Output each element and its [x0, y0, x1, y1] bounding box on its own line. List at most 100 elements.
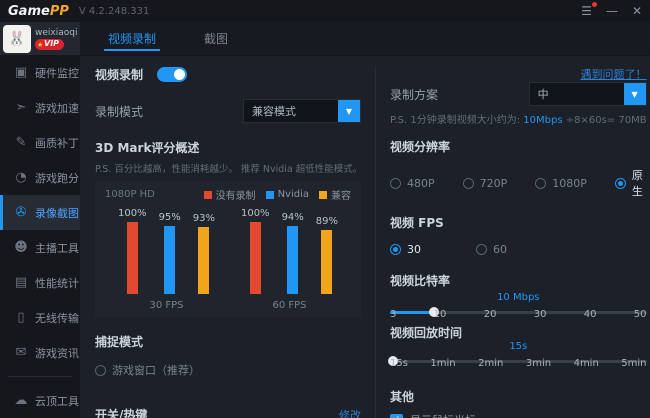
hotkey-modify-link[interactable]: 修改	[339, 407, 361, 418]
chart-group-60 FPS: 100% 94% 89% 60 FPS	[241, 208, 338, 311]
resolution-title: 视频分辨率	[390, 140, 451, 154]
phone-icon: ▯	[17, 310, 25, 326]
record-toggle[interactable]	[157, 67, 188, 82]
window-controls: ☰ — ✕	[581, 2, 642, 17]
bar-wrap: 100%	[241, 208, 270, 294]
slider-tick: 1min	[430, 358, 456, 369]
minimize-icon[interactable]: —	[606, 5, 618, 17]
slider-tick: 2min	[478, 358, 504, 369]
menu-icon[interactable]: ☰	[581, 2, 597, 17]
tab-视频录制[interactable]: 视频录制	[103, 22, 161, 55]
sidebar-item-label: 游戏跑分	[35, 171, 79, 185]
legend-item: 没有录制	[203, 187, 256, 202]
chevron-down-icon[interactable]: ▼	[338, 100, 360, 122]
resolution-option-原生[interactable]: 原生	[614, 167, 647, 199]
main-area: 视频录制 截图 视频录制 录制模式 兼容模式 ▼ 3D Mark评分概述 P.S…	[80, 22, 650, 418]
close-icon[interactable]: ✕	[632, 5, 642, 17]
resolution-option-1080P[interactable]: 1080P	[535, 167, 587, 199]
sidebar-item-label: 云顶工具	[35, 394, 79, 408]
user-panel[interactable]: 🐰 weixiaoqia.. VIP	[0, 22, 80, 56]
hotkey-title: 开关/热键	[95, 408, 148, 418]
legend-label: 兼容	[331, 191, 351, 202]
sidebar-menu: ▣ 硬件监控 ➣ 游戏加速 ✎ 画质补丁 ◔ 游戏跑分 ✇ 录像截图 ☻ 主播工具 ▤ 性能统计 ▯ 无线传输…	[0, 55, 80, 370]
plan-note-bitrate: 10Mbps	[523, 115, 563, 126]
record-mode-select[interactable]: 兼容模式 ▼	[243, 99, 361, 123]
logo-pp: PP	[49, 3, 69, 19]
chart-resolution-label: 1080P HD	[105, 189, 155, 200]
bar-wrap: 95%	[159, 212, 181, 294]
slider-tick: 40	[583, 309, 597, 320]
app-logo: GamePP	[8, 4, 69, 19]
slider-tick: 4min	[573, 358, 599, 369]
slider-tick: 5min	[621, 358, 647, 369]
bar-兼容	[321, 230, 333, 294]
chevron-down-icon[interactable]: ▼	[623, 83, 646, 105]
checkbox-icon[interactable]: ✓	[390, 413, 403, 418]
resolution-option-480P[interactable]: 480P	[390, 167, 435, 199]
resolution-option-720P[interactable]: 720P	[462, 167, 508, 199]
sidebar-item-label: 无线传输	[35, 311, 79, 325]
left-column: 视频录制 录制模式 兼容模式 ▼ 3D Mark评分概述 P.S. 百分比越高，…	[95, 66, 363, 418]
patch-pen-icon: ✎	[15, 135, 27, 151]
radio-icon	[476, 244, 487, 255]
bar-Nvidia	[164, 226, 176, 294]
sidebar-item-无线传输[interactable]: ▯ 无线传输	[0, 300, 80, 335]
fps-option-30[interactable]: 30	[390, 243, 421, 256]
legend-swatch	[203, 190, 212, 199]
titlebar: GamePP V 4.2.248.331 ☰ — ✕	[0, 0, 650, 22]
radio-label: 30	[407, 243, 421, 256]
chart-group-30 FPS: 100% 95% 93% 30 FPS	[118, 208, 215, 311]
sidebar-item-label: 游戏资讯	[35, 346, 79, 360]
sidebar-item-性能统计[interactable]: ▤ 性能统计	[0, 265, 80, 300]
bar-wrap: 93%	[193, 213, 215, 294]
capture-option-game-window[interactable]: 游戏窗口（推荐）	[95, 362, 200, 378]
radio-icon	[95, 364, 106, 376]
bar-Nvidia	[287, 226, 299, 294]
sidebar-item-游戏资讯[interactable]: ✉ 游戏资讯	[0, 335, 80, 370]
logo-game: Game	[8, 3, 50, 19]
bar-cluster: 100% 95% 93%	[118, 208, 215, 294]
rocket-icon: ➣	[15, 100, 27, 116]
mountain-icon: ☁	[14, 393, 28, 408]
sidebar-item-录像截图[interactable]: ✇ 录像截图	[0, 195, 80, 231]
monitor-icon: ▣	[14, 65, 28, 81]
bar-wrap: 94%	[282, 212, 304, 294]
bar-value-label: 89%	[315, 216, 339, 227]
radio-label: 720P	[479, 176, 508, 190]
legend-label: Nvidia	[277, 189, 309, 200]
record-mode-value: 兼容模式	[252, 105, 296, 118]
sidebar-item-游戏加速[interactable]: ➣ 游戏加速	[0, 90, 80, 125]
sidebar-item-主播工具[interactable]: ☻ 主播工具	[0, 230, 80, 265]
username: weixiaoqia..	[35, 27, 77, 38]
vip-badge: VIP	[35, 38, 65, 50]
tab-截图[interactable]: 截图	[204, 22, 228, 55]
sidebar-item-云顶工具[interactable]: ☁ 云顶工具	[0, 383, 80, 418]
help-link[interactable]: 遇到问题了！	[581, 66, 647, 82]
version-label: V 4.2.248.331	[78, 5, 150, 17]
sidebar-item-画质补丁[interactable]: ✎ 画质补丁	[0, 125, 80, 160]
sidebar: 🐰 weixiaoqia.. VIP ▣ 硬件监控 ➣ 游戏加速 ✎ 画质补丁 ◔ 游戏跑分 ✇…	[0, 22, 80, 418]
radio-label: 原生	[631, 169, 643, 198]
chart-category-label: 60 FPS	[272, 300, 307, 311]
gauge-icon: ◔	[15, 170, 27, 186]
tab-bar: 视频录制 截图	[80, 22, 650, 56]
bar-没有录制	[126, 222, 138, 294]
sidebar-menu-secondary: ☁ 云顶工具	[0, 383, 80, 418]
avatar[interactable]: 🐰	[3, 24, 31, 53]
bar-value-label: 100%	[240, 208, 270, 219]
legend-item: Nvidia	[265, 187, 309, 202]
bitrate-value: 10 Mbps	[497, 292, 540, 303]
sidebar-item-游戏跑分[interactable]: ◔ 游戏跑分	[0, 160, 80, 195]
sidebar-divider	[8, 376, 72, 377]
plan-select[interactable]: 中 ▼	[528, 82, 647, 106]
checkbox-label: 显示鼠标光标	[410, 412, 476, 418]
plan-value: 中	[537, 88, 549, 101]
playback-value: 15s	[509, 341, 528, 352]
record-toggle-label: 视频录制	[95, 68, 144, 82]
fps-option-60[interactable]: 60	[476, 243, 507, 256]
capture-mode-title: 捕捉模式	[95, 335, 144, 349]
benchmark-note: P.S. 百分比越高，性能消耗越少。 推荐 Nvidia 超低性能模式。	[95, 164, 363, 175]
bar-没有录制	[249, 222, 261, 294]
slider-tick: 50	[633, 309, 647, 320]
sidebar-item-硬件监控[interactable]: ▣ 硬件监控	[0, 55, 80, 90]
